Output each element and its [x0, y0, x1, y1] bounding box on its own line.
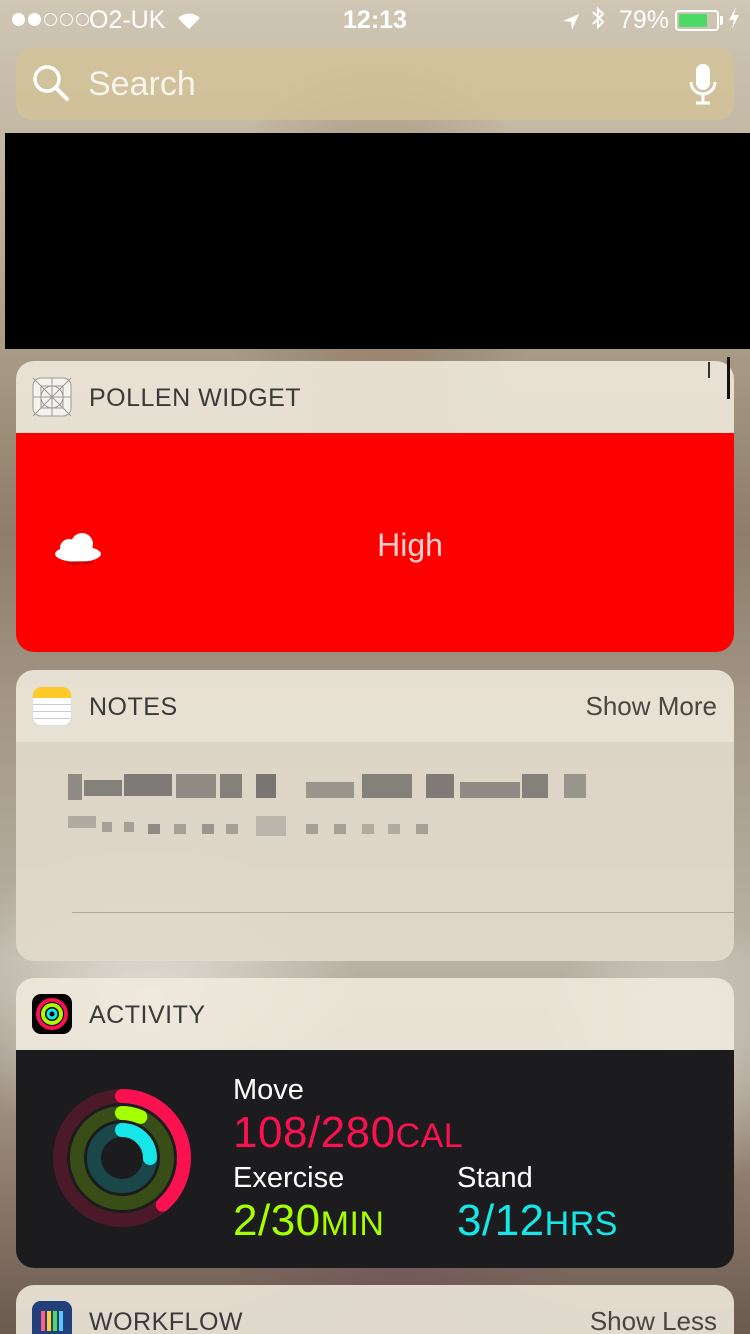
redacted-region [5, 133, 750, 349]
activity-widget-header: ACTIVITY [16, 978, 734, 1050]
bluetooth-icon [590, 5, 606, 38]
notes-widget-title: NOTES [89, 693, 178, 721]
pollen-widget-header: POLLEN WIDGET [16, 361, 734, 433]
pollen-widget-title: POLLEN WIDGET [89, 384, 302, 412]
battery-tip [720, 16, 723, 25]
notes-widget[interactable]: NOTES Show More [16, 670, 734, 961]
activity-rings [53, 1089, 191, 1227]
exercise-label: Exercise [233, 1162, 345, 1194]
battery-percent: 79% [619, 6, 670, 34]
notes-divider [72, 912, 734, 913]
notes-content[interactable] [16, 742, 734, 961]
location-arrow-icon [561, 10, 581, 39]
microphone-icon[interactable] [688, 62, 718, 111]
activity-widget[interactable]: ACTIVITY Move 108/280CAL Exercise 2/30MI… [16, 978, 734, 1268]
exercise-unit: MIN [320, 1205, 385, 1243]
workflow-widget-header: WORKFLOW Show Less [16, 1285, 734, 1334]
pollen-widget[interactable]: POLLEN WIDGET High [16, 361, 734, 652]
search-icon [30, 62, 72, 109]
charging-bolt-icon [727, 6, 741, 36]
notes-app-icon [32, 686, 72, 726]
workflow-widget[interactable]: WORKFLOW Show Less [16, 1285, 734, 1334]
scroll-mark [708, 362, 710, 378]
workflow-widget-title: WORKFLOW [89, 1308, 243, 1334]
move-value-number: 108/280 [233, 1108, 396, 1157]
stand-label: Stand [457, 1162, 533, 1194]
scroll-indicator [727, 357, 730, 399]
search-bar[interactable] [16, 48, 734, 120]
stand-value-number: 3/12 [457, 1196, 545, 1245]
activity-widget-title: ACTIVITY [89, 1001, 206, 1029]
move-value: 108/280CAL [233, 1108, 463, 1158]
pollen-level-panel: High [16, 433, 734, 652]
pollen-app-icon [32, 377, 72, 417]
move-label: Move [233, 1074, 304, 1106]
stand-value: 3/12HRS [457, 1196, 618, 1246]
notes-widget-header: NOTES Show More [16, 670, 734, 742]
show-less-button[interactable]: Show Less [590, 1306, 717, 1334]
show-more-button[interactable]: Show More [586, 691, 718, 722]
status-bar: O2-UK 12:13 79% [0, 0, 750, 40]
stand-unit: HRS [544, 1205, 618, 1243]
activity-content: Move 108/280CAL Exercise 2/30MIN Stand 3… [16, 1050, 734, 1268]
search-input[interactable] [88, 62, 668, 106]
exercise-value-number: 2/30 [233, 1196, 321, 1245]
workflow-app-icon [32, 1301, 72, 1334]
battery-level [679, 14, 708, 27]
exercise-value: 2/30MIN [233, 1196, 384, 1246]
move-unit: CAL [395, 1117, 464, 1155]
activity-app-icon [32, 994, 72, 1034]
battery-icon [675, 10, 719, 31]
pollen-level: High [377, 527, 443, 563]
